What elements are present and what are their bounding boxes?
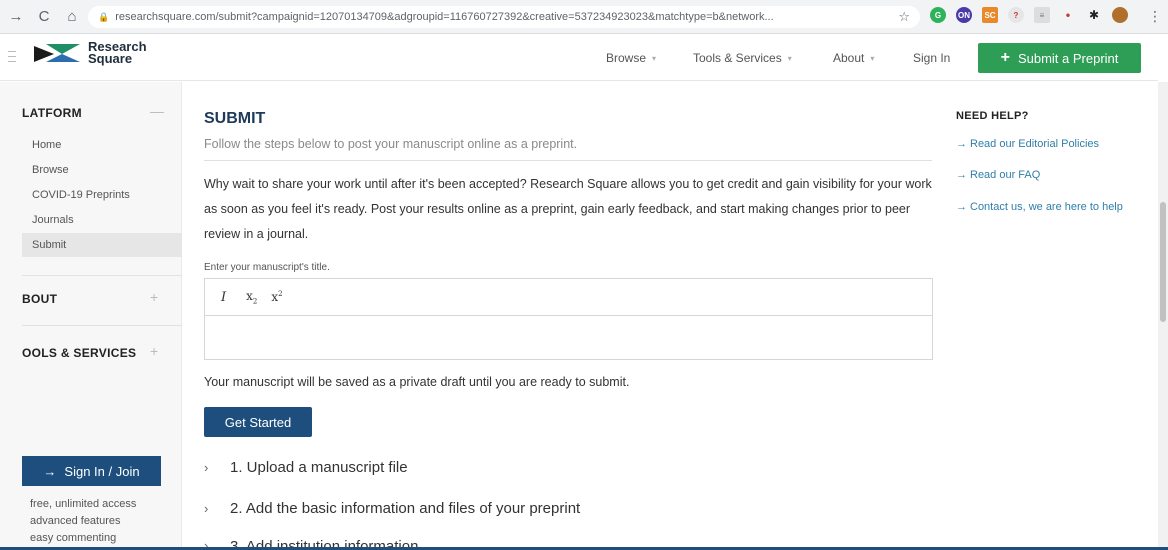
extension-pin-icon[interactable]: ? — [1008, 7, 1024, 23]
chevron-down-icon: ▾ — [870, 53, 875, 63]
bookmark-star-icon[interactable]: ☆ — [898, 9, 910, 25]
perk-text: easy commenting — [30, 532, 117, 544]
draft-note: Your manuscript will be saved as a priva… — [204, 375, 630, 389]
chevron-down-icon: ▾ — [652, 53, 657, 63]
italic-icon[interactable]: I — [221, 290, 226, 305]
sidebar-section-platform[interactable]: LATFORM — [22, 106, 82, 120]
extension-green-icon[interactable]: G — [930, 7, 946, 23]
submit-preprint-button[interactable]: + Submit a Preprint — [978, 43, 1141, 73]
back-arrow-icon[interactable]: → — [4, 5, 28, 29]
chevron-down-icon: ▾ — [787, 53, 792, 63]
sidebar-item-submit[interactable]: Submit — [22, 233, 182, 257]
address-bar[interactable]: 🔒 researchsquare.com/submit?campaignid=1… — [88, 6, 920, 28]
logo-mark-icon — [34, 44, 80, 62]
extension-puzzle-icon[interactable]: ✱ — [1086, 7, 1102, 23]
sidebar-section-tools-services[interactable]: OOLS & SERVICES — [22, 346, 136, 360]
nav-about-label: About — [833, 51, 865, 65]
expand-plus-icon[interactable]: + — [150, 343, 158, 359]
perk-text: advanced features — [30, 515, 121, 527]
divider — [22, 325, 182, 326]
expand-plus-icon[interactable]: + — [150, 289, 158, 305]
lock-icon: 🔒 — [98, 11, 110, 22]
home-icon[interactable]: ⌂ — [60, 5, 84, 29]
page-scrollbar[interactable] — [1158, 82, 1168, 550]
research-square-logo[interactable]: Research Square — [32, 40, 147, 66]
submit-preprint-label: Submit a Preprint — [1017, 50, 1119, 66]
sidebar-section-about[interactable]: BOUT — [22, 292, 57, 306]
nav-tools-services[interactable]: Tools & Services ▾ — [693, 35, 792, 81]
help-link-contact[interactable]: → Contact us, we are here to help — [956, 199, 1126, 216]
sidebar-item-journals[interactable]: Journals — [22, 208, 182, 232]
step-label: 1. Upload a manuscript file — [230, 459, 408, 476]
nav-tools-label: Tools & Services — [693, 51, 782, 65]
help-link-editorial-policies[interactable]: → Read our Editorial Policies — [956, 136, 1136, 153]
hamburger-icon[interactable] — [8, 51, 16, 63]
perk-text: free, unlimited access — [30, 498, 137, 510]
browser-toolbar: → C ⌂ 🔒 researchsquare.com/submit?campai… — [0, 0, 1168, 34]
scrollbar-thumb[interactable] — [1160, 202, 1166, 322]
logo-text-line2: Square — [88, 51, 133, 66]
help-heading: NEED HELP? — [956, 110, 1029, 122]
step-upload-manuscript[interactable]: › 1. Upload a manuscript file — [204, 459, 408, 476]
help-link-label: Read our Editorial Policies — [970, 138, 1100, 150]
left-sidebar: LATFORM — Home Browse COVID-19 Preprints… — [0, 82, 182, 550]
help-link-label: Read our FAQ — [970, 169, 1041, 181]
arrow-right-icon: → — [956, 169, 967, 181]
chevron-right-icon: › — [204, 460, 209, 475]
help-link-label: Contact us, we are here to help — [970, 201, 1123, 213]
editor-toolbar: I x2 x2 — [205, 279, 932, 316]
step-basic-information[interactable]: › 2. Add the basic information and files… — [204, 500, 580, 517]
page-subtitle: Follow the steps below to post your manu… — [204, 137, 578, 151]
divider — [204, 160, 932, 161]
refresh-icon[interactable]: C — [32, 5, 56, 29]
superscript-icon[interactable]: x2 — [271, 290, 282, 304]
sign-in-link[interactable]: Sign In — [913, 35, 950, 81]
arrow-right-icon: → — [956, 138, 967, 150]
sidebar-item-home[interactable]: Home — [22, 133, 182, 157]
extension-orange-icon[interactable]: SC — [982, 7, 998, 23]
sign-in-join-label: Sign In / Join — [64, 463, 140, 479]
subscript-icon[interactable]: x2 — [246, 289, 257, 305]
arrow-right-icon: → — [43, 463, 57, 479]
extension-grey-icon[interactable]: ≡ — [1034, 7, 1050, 23]
plus-icon: + — [1000, 49, 1010, 66]
sidebar-item-browse[interactable]: Browse — [22, 158, 182, 182]
nav-browse[interactable]: Browse ▾ — [606, 35, 656, 81]
manuscript-title-editor: I x2 x2 — [204, 278, 933, 360]
sign-in-join-button[interactable]: → Sign In / Join — [22, 456, 161, 486]
extension-purple-icon[interactable]: ON — [956, 7, 972, 23]
title-field-label: Enter your manuscript's title. — [204, 262, 330, 273]
browser-menu-icon[interactable]: ⋮ — [1148, 8, 1162, 25]
chevron-right-icon: › — [204, 501, 209, 516]
nav-about[interactable]: About ▾ — [833, 35, 874, 81]
nav-browse-label: Browse — [606, 51, 647, 65]
get-started-button[interactable]: Get Started — [204, 407, 312, 437]
intro-paragraph: Why wait to share your work until after … — [204, 177, 932, 241]
step-label: 2. Add the basic information and files o… — [230, 500, 581, 517]
site-header: Research Square Browse ▾ Tools & Service… — [0, 35, 1158, 81]
arrow-right-icon: → — [956, 201, 967, 213]
sidebar-item-covid-preprints[interactable]: COVID-19 Preprints — [22, 183, 182, 207]
extension-marker-icon[interactable]: • — [1060, 7, 1076, 23]
extensions-area: G ON SC ? ≡ • ✱ — [930, 7, 1128, 23]
page-title: SUBMIT — [204, 110, 266, 127]
profile-avatar-icon[interactable] — [1112, 7, 1128, 23]
collapse-minus-icon[interactable]: — — [150, 103, 164, 119]
help-link-faq[interactable]: → Read our FAQ — [956, 167, 1136, 184]
divider — [22, 275, 182, 276]
url-text: researchsquare.com/submit?campaignid=120… — [115, 11, 774, 23]
manuscript-title-input[interactable] — [205, 316, 932, 359]
